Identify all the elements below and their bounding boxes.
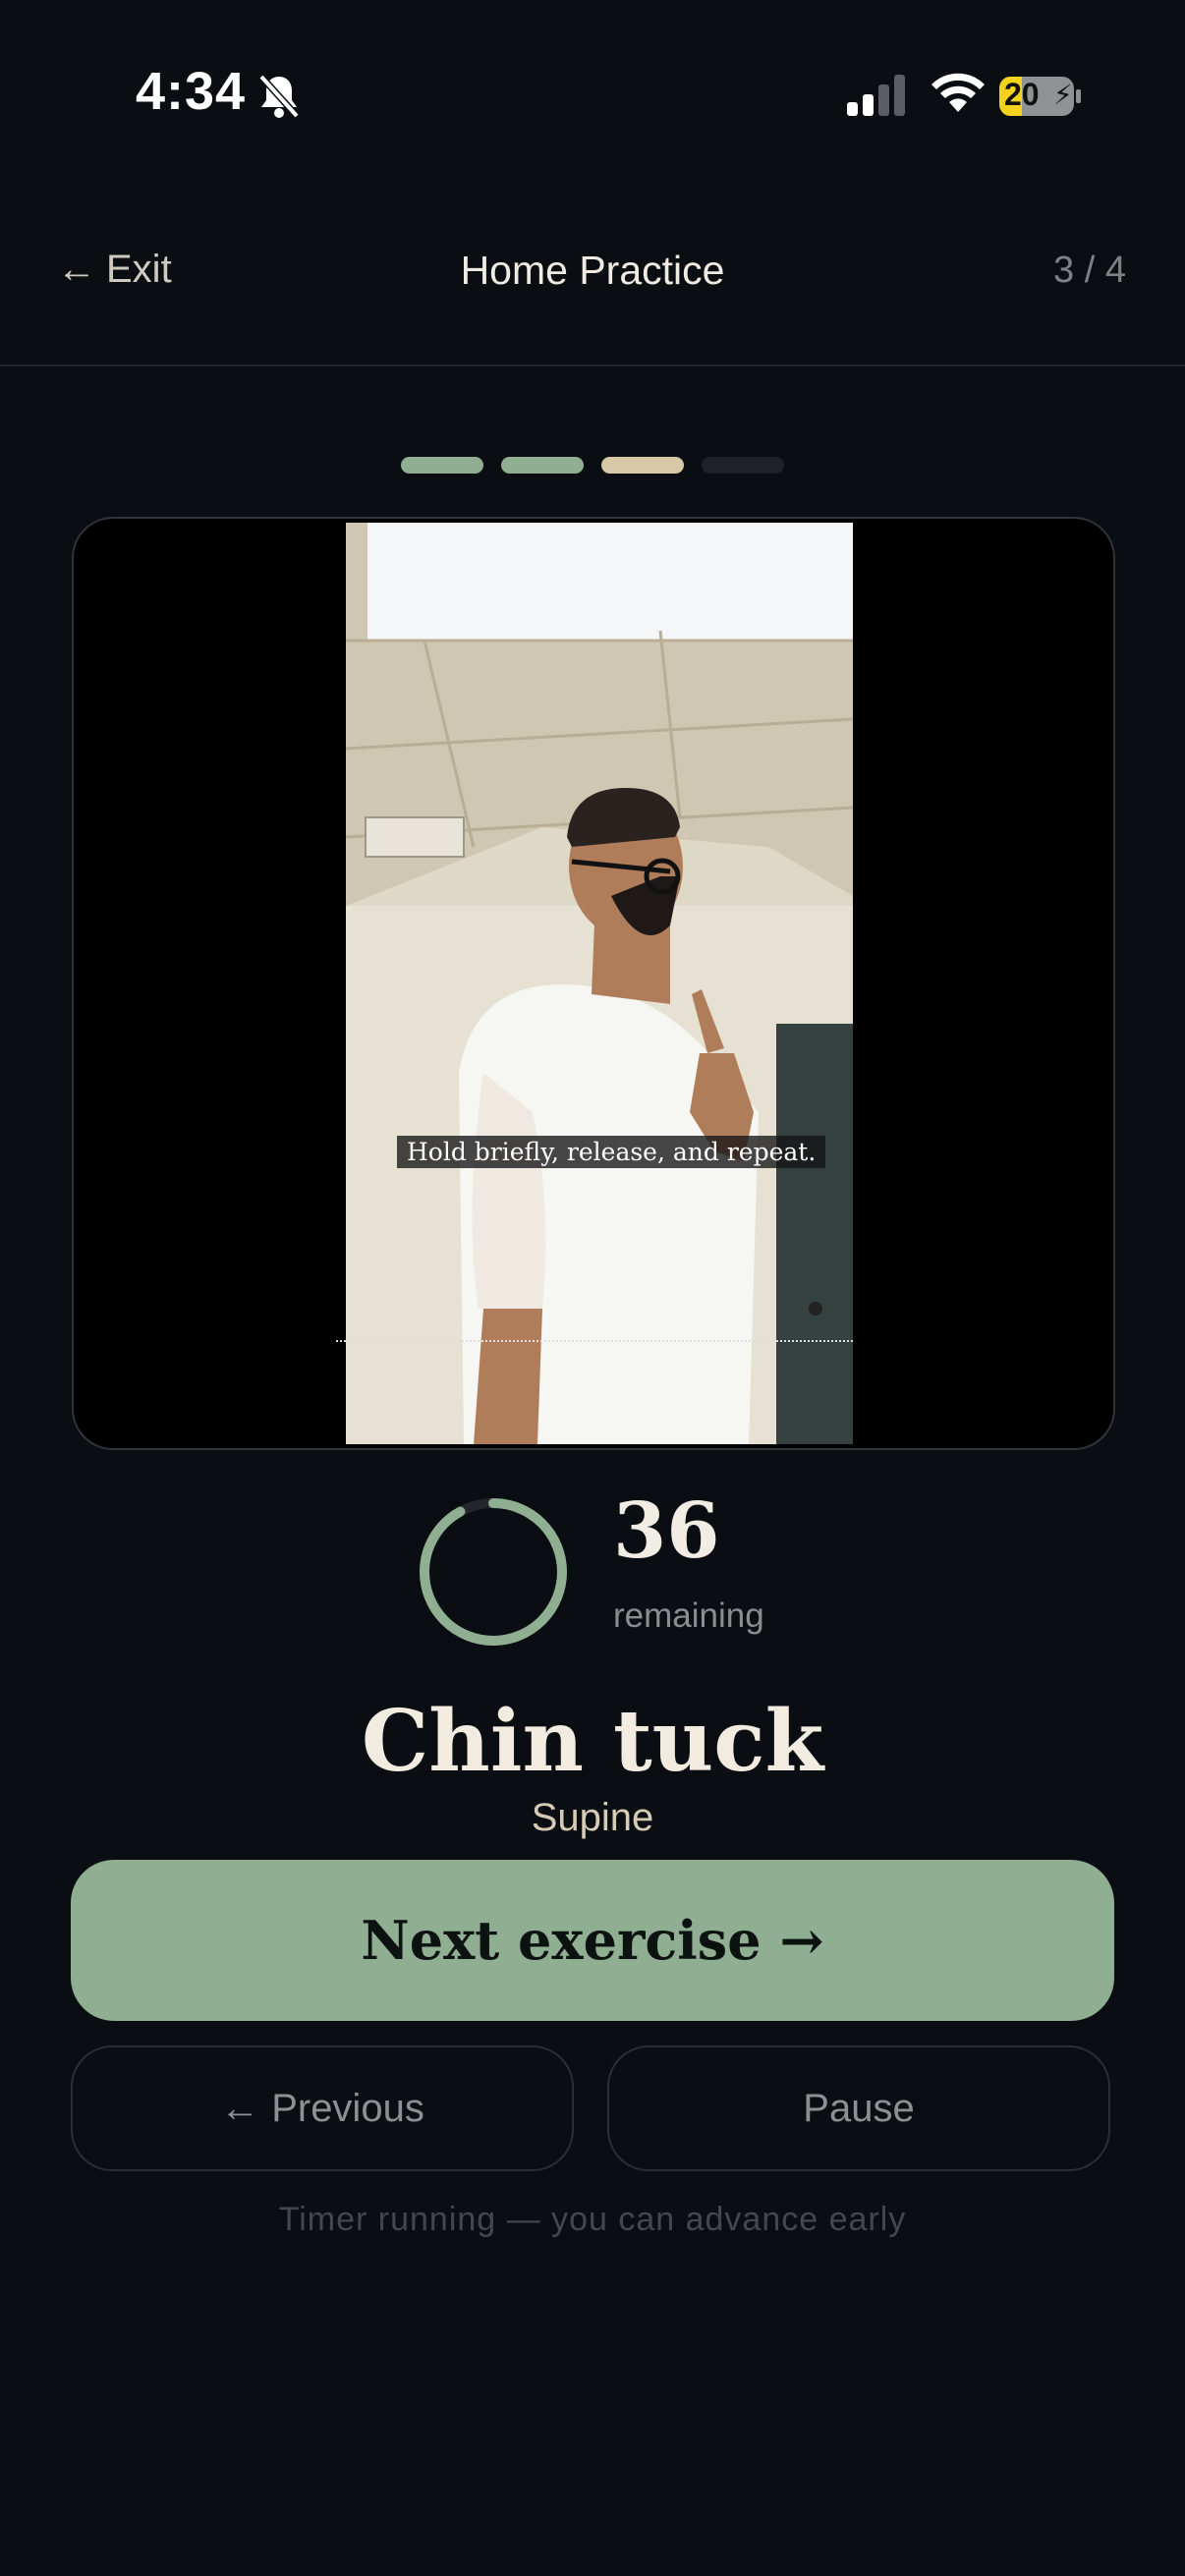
charging-bolt-icon: ⚡ xyxy=(1053,79,1073,111)
progress-dash-1 xyxy=(401,457,483,474)
timer-ring xyxy=(420,1498,567,1646)
pause-button[interactable]: Pause xyxy=(607,2045,1110,2171)
exercise-name: Chin tuck xyxy=(361,1692,824,1791)
progress-dash-3 xyxy=(601,457,684,474)
video-scrubber[interactable] xyxy=(336,1340,853,1342)
exercise-variant: Supine xyxy=(531,1796,654,1839)
timer-hint: Timer running — you can advance early xyxy=(278,2201,907,2238)
video-caption: Hold briefly, release, and repeat. xyxy=(397,1136,826,1168)
step-counter: 3 / 4 xyxy=(1053,250,1126,291)
cellular-signal-icon xyxy=(847,75,905,116)
arrow-left-icon: ← xyxy=(220,2086,260,2130)
timer-label: remaining xyxy=(613,1596,764,1635)
previous-button[interactable]: ← Previous xyxy=(71,2045,574,2171)
bell-slash-icon xyxy=(258,74,300,119)
exercise-video[interactable]: Hold briefly, release, and repeat. xyxy=(72,517,1115,1450)
page-title: Home Practice xyxy=(460,248,725,293)
header-divider xyxy=(0,364,1185,366)
progress-dash-4 xyxy=(702,457,784,474)
timer-seconds: 36 xyxy=(613,1486,720,1576)
battery-charging-icon: 20 ⚡ xyxy=(998,75,1081,118)
wifi-icon xyxy=(931,73,985,112)
previous-label: Previous xyxy=(271,2086,424,2130)
step-progress xyxy=(401,457,784,474)
progress-dash-2 xyxy=(501,457,584,474)
video-frame-image xyxy=(346,523,853,1444)
next-exercise-button[interactable]: Next exercise → xyxy=(71,1860,1114,2021)
status-time: 4:34 xyxy=(136,62,247,121)
